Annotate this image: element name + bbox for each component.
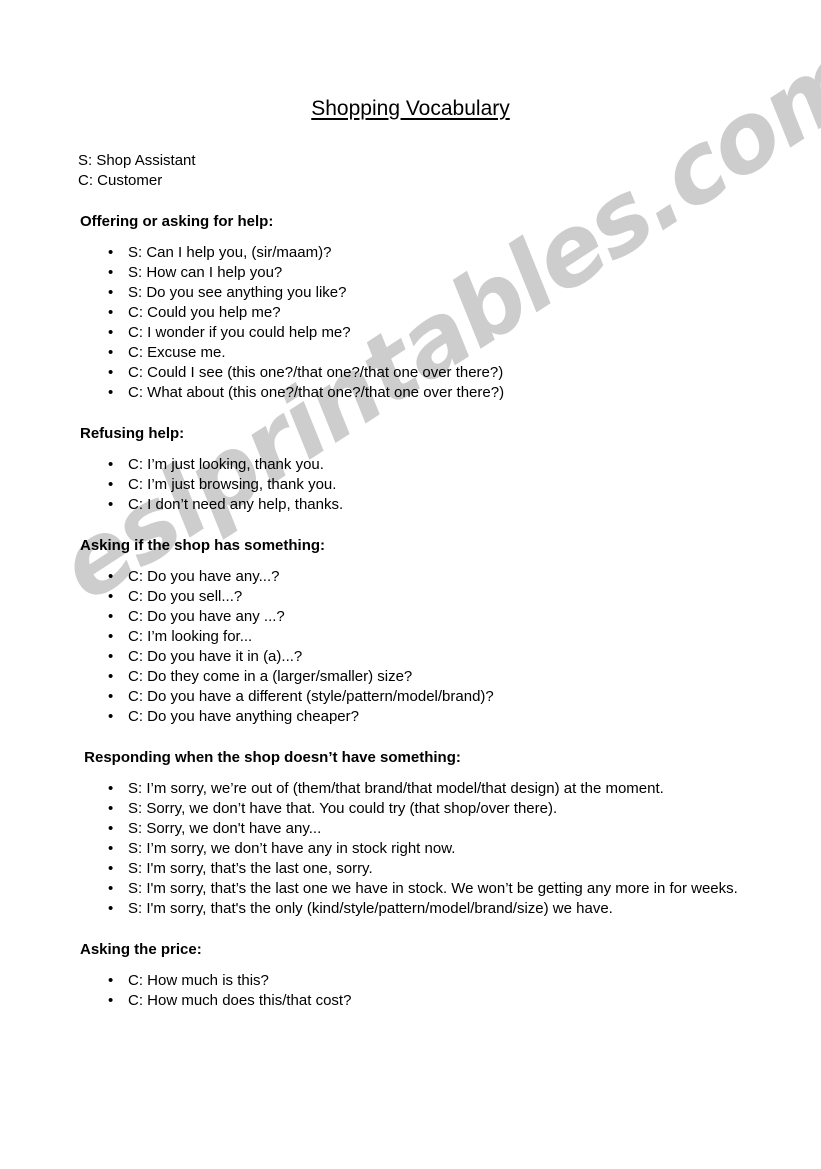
legend-customer: C: Customer [78, 172, 163, 189]
list-item: C: What about (this one?/that one?/that … [0, 383, 821, 403]
section: Offering or asking for help: S: Can I hel… [0, 212, 821, 403]
section-heading: Asking the price: [80, 941, 202, 958]
list-item: C: I’m looking for... [0, 627, 821, 647]
phrase-list: C: Do you have any...?C: Do you sell...?… [0, 567, 821, 727]
section: Asking the price: C: How much is this?C: … [0, 940, 821, 1011]
list-item: C: How much does this/that cost? [0, 991, 821, 1011]
list-item: C: Could you help me? [0, 303, 821, 323]
section-heading: Asking if the shop has something: [80, 537, 326, 554]
list-item: C: Do you have it in (a)...? [0, 647, 821, 667]
list-item: C: Do you sell...? [0, 587, 821, 607]
phrase-list: S: Can I help you, (sir/maam)?S: How can… [0, 243, 821, 403]
section: Refusing help: C: I’m just looking, thank… [0, 424, 821, 515]
document-content: Shopping Vocabulary S: Shop Assistant C:… [0, 0, 821, 1011]
list-item: C: Excuse me. [0, 343, 821, 363]
list-item: C: I’m just browsing, thank you. [0, 475, 821, 495]
list-item: C: Do they come in a (larger/smaller) si… [0, 667, 821, 687]
section-heading: Offering or asking for help: [80, 213, 274, 230]
section: Asking if the shop has something: C: Do y… [0, 536, 821, 727]
list-item: S: I’m sorry, we’re out of (them/that br… [0, 779, 821, 799]
list-item: S: Sorry, we don’t have that. You could … [0, 799, 821, 819]
phrase-list: C: I’m just looking, thank you.C: I’m ju… [0, 455, 821, 515]
list-item: S: I'm sorry, that’s the last one, sorry… [0, 859, 821, 879]
list-item: S: How can I help you? [0, 263, 821, 283]
list-item: S: I'm sorry, that's the only (kind/styl… [0, 899, 821, 919]
list-item: S: Sorry, we don't have any... [0, 819, 821, 839]
list-item: C: How much is this? [0, 971, 821, 991]
list-item: C: Do you have anything cheaper? [0, 707, 821, 727]
list-item: C: I don’t need any help, thanks. [0, 495, 821, 515]
legend-shop-assistant: S: Shop Assistant [78, 152, 196, 169]
list-item: S: I’m sorry, we don’t have any in stock… [0, 839, 821, 859]
list-item: S: Can I help you, (sir/maam)? [0, 243, 821, 263]
page-title: Shopping Vocabulary [0, 96, 821, 122]
section-heading: Responding when the shop doesn’t have so… [80, 749, 461, 766]
list-item: S: I'm sorry, that’s the last one we hav… [0, 879, 821, 899]
phrase-list: S: I’m sorry, we’re out of (them/that br… [0, 779, 821, 919]
section: Responding when the shop doesn’t have so… [0, 748, 821, 919]
speaker-legend: S: Shop Assistant C: Customer [0, 151, 821, 191]
list-item: C: I wonder if you could help me? [0, 323, 821, 343]
phrase-list: C: How much is this?C: How much does thi… [0, 971, 821, 1011]
worksheet-page: eslprintables.com Shopping Vocabulary S:… [0, 0, 821, 1169]
list-item: C: Could I see (this one?/that one?/that… [0, 363, 821, 383]
list-item: C: Do you have any...? [0, 567, 821, 587]
list-item: C: I’m just looking, thank you. [0, 455, 821, 475]
list-item: C: Do you have a different (style/patter… [0, 687, 821, 707]
list-item: S: Do you see anything you like? [0, 283, 821, 303]
sections-container: Offering or asking for help: S: Can I hel… [0, 212, 821, 1011]
section-heading: Refusing help: [80, 425, 185, 442]
list-item: C: Do you have any ...? [0, 607, 821, 627]
page-title-text: Shopping Vocabulary [311, 97, 510, 120]
